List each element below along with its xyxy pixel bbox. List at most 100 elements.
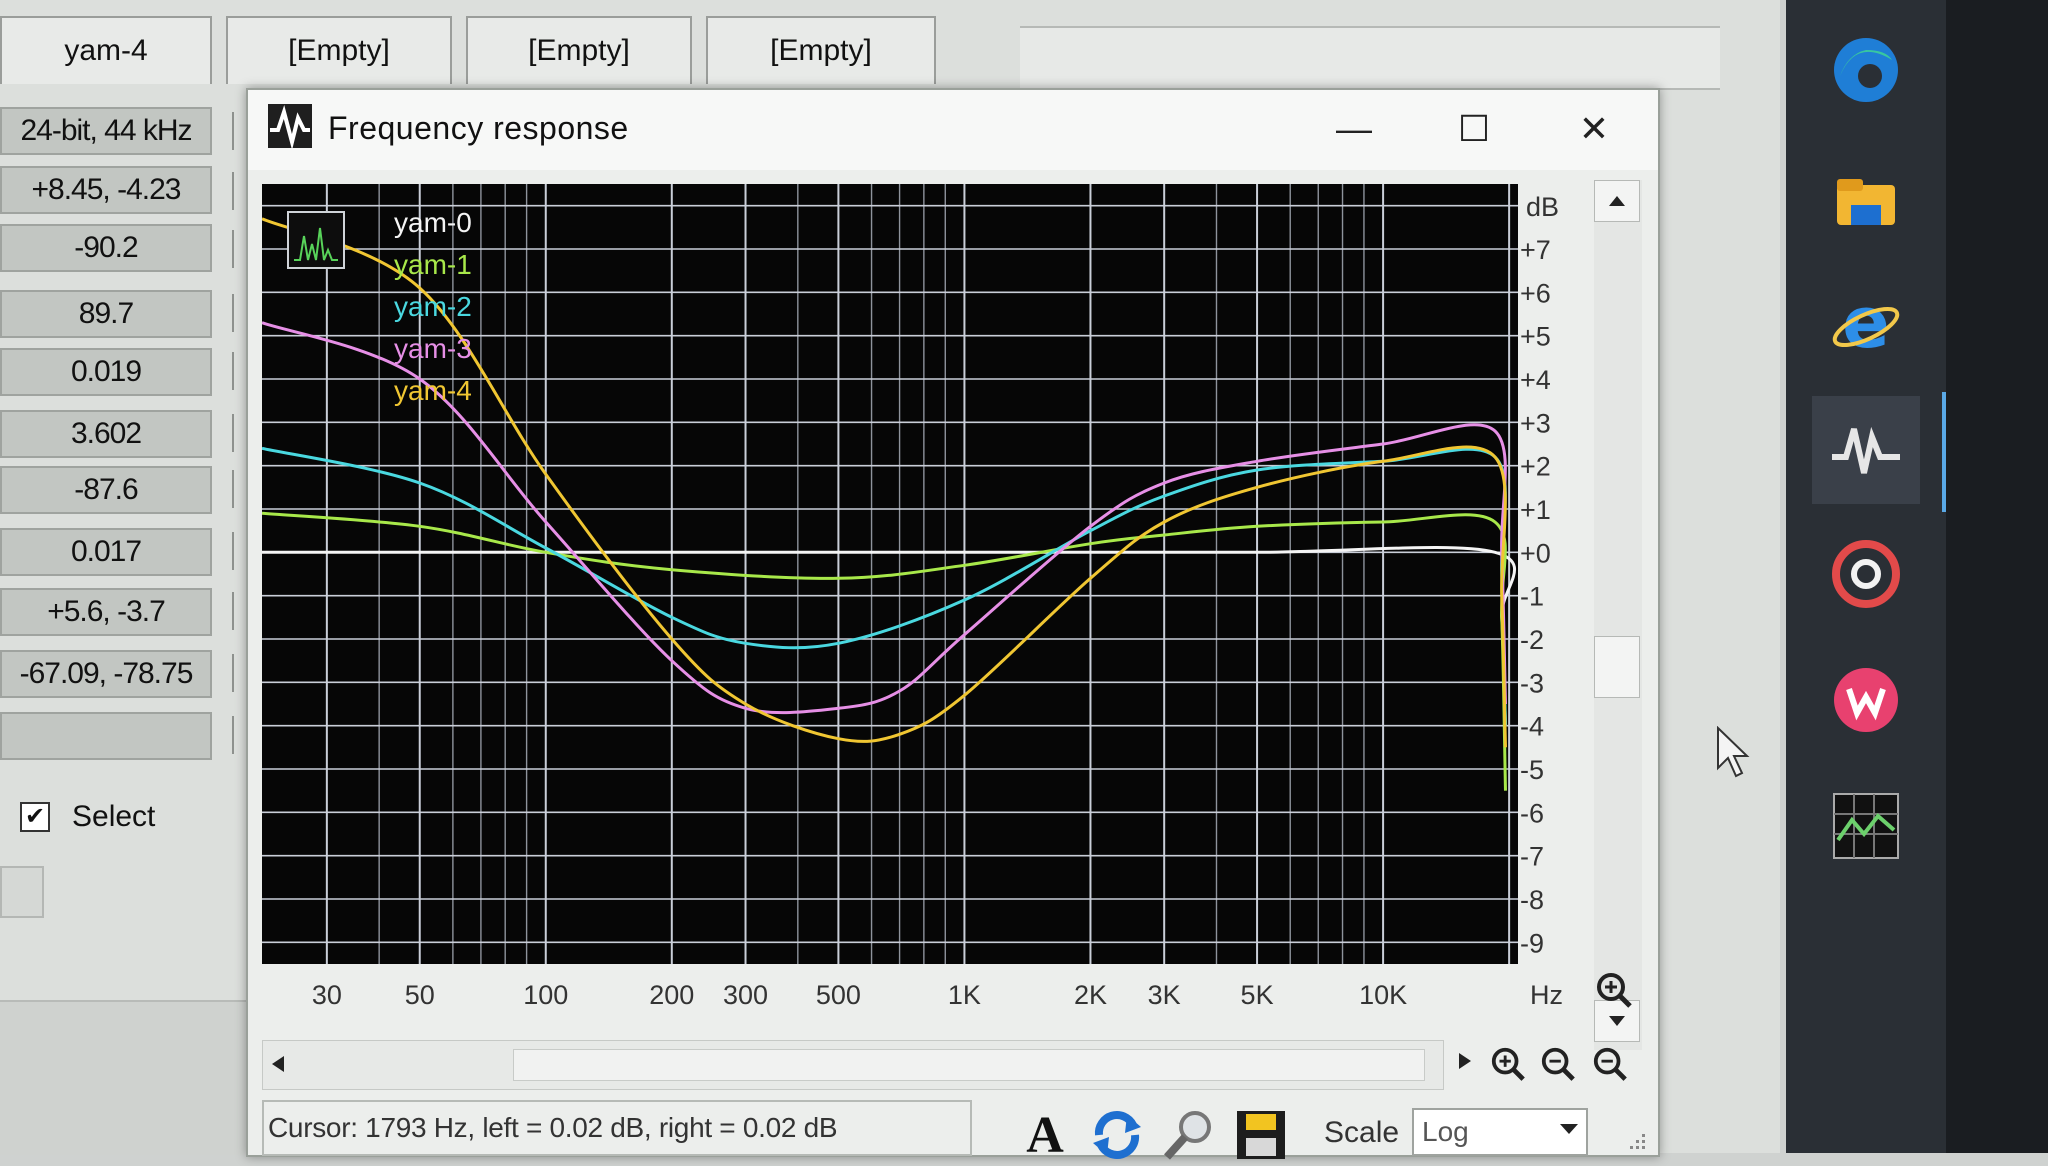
save-button[interactable]	[1230, 1104, 1292, 1166]
internet-explorer-icon[interactable]: e	[1812, 270, 1920, 378]
refresh-icon	[1093, 1111, 1141, 1159]
db-tick-label: +4	[1520, 365, 1551, 395]
screen-edge	[1946, 0, 2048, 1153]
frequency-axis: 30 50 100 200 300 500 1K 2K 3K 5K 10K Hz	[262, 964, 1572, 1020]
select-checkbox-row[interactable]: ✔ Select	[20, 800, 155, 834]
stat-value: +5.6, -3.7	[47, 595, 166, 628]
stat-value: 24-bit, 44 kHz	[20, 114, 192, 147]
vertical-scrollbar[interactable]	[1594, 180, 1642, 1050]
background-button[interactable]	[0, 866, 44, 918]
scroll-up-button[interactable]	[1594, 180, 1640, 222]
legend-entry-yam-1: yam-1	[394, 249, 472, 280]
zoom-out-horizontal-button[interactable]	[1536, 1042, 1580, 1086]
tab-yam-4[interactable]: yam-4	[0, 16, 212, 84]
db-tick-label: -3	[1520, 668, 1544, 698]
resize-grip-icon[interactable]	[1624, 1130, 1648, 1154]
close-button[interactable]: ✕	[1564, 104, 1624, 154]
stat-value: -87.6	[74, 473, 138, 506]
background-panel	[0, 1000, 250, 1155]
db-tick-label: -7	[1520, 842, 1544, 872]
stat-value: 0.019	[70, 355, 142, 388]
media-player-icon[interactable]	[1812, 520, 1920, 628]
divider	[232, 654, 244, 692]
zoom-in-horizontal-button[interactable]	[1486, 1042, 1530, 1086]
db-tick-label: +2	[1520, 452, 1551, 482]
scale-dropdown[interactable]: Log	[1412, 1108, 1588, 1156]
taskbar: e	[1786, 0, 1946, 1153]
tab-empty-3[interactable]: [Empty]	[706, 16, 936, 84]
stat-value: +8.45, -4.23	[31, 173, 182, 206]
db-tick-label: -9	[1520, 928, 1544, 958]
zoom-in-icon	[1491, 1047, 1525, 1081]
divider	[232, 716, 244, 754]
zoom-out-vertical-button[interactable]	[1588, 1042, 1632, 1086]
cursor-readout: Cursor: 1793 Hz, left = 0.02 dB, right =…	[268, 1112, 838, 1143]
db-tick-label: -6	[1520, 798, 1544, 828]
inspect-button[interactable]	[1158, 1104, 1220, 1166]
legend-spectrum-icon	[287, 211, 345, 269]
stat-dynamic-range: 89.7	[0, 290, 212, 338]
db-axis: dB +7 +6 +5 +4 +3 +2 +1 +0 -1 -2 -3 -4 -5 -6 -7 -8 -9	[1518, 184, 1584, 964]
stat-thd: 0.019	[0, 348, 212, 396]
edge-browser-icon[interactable]	[1812, 16, 1920, 124]
select-label: Select	[72, 800, 156, 833]
horizontal-scrollbar[interactable]	[262, 1040, 1444, 1090]
stat-value: 0.017	[70, 535, 142, 568]
stat-value: -67.09, -78.75	[19, 657, 194, 690]
zoom-in-vertical-button[interactable]	[1592, 968, 1636, 1012]
tab-label: [Empty]	[288, 34, 390, 67]
frequency-tick-label: 500	[816, 980, 861, 1010]
stat-peak: +8.45, -4.23	[0, 166, 212, 214]
frequency-response-window: Frequency response — ☐ ✕ yam-0 yam-1 yam-2…	[246, 88, 1660, 1164]
arrow-down-icon	[1609, 1016, 1625, 1026]
refresh-button[interactable]	[1086, 1104, 1148, 1166]
font-icon: A	[1026, 1106, 1064, 1164]
horizontal-scroll-thumb[interactable]	[513, 1049, 1425, 1081]
db-unit-label: dB	[1526, 192, 1559, 222]
legend-entry-yam-4: yam-4	[394, 375, 472, 406]
arrow-right-icon[interactable]	[1458, 1052, 1472, 1070]
scale-label: Scale	[1324, 1116, 1400, 1149]
legend-entry-yam-2: yam-2	[394, 291, 472, 322]
frequency-tick-label: 3K	[1148, 980, 1181, 1010]
arrow-left-icon[interactable]	[271, 1055, 285, 1073]
tab-label: yam-4	[64, 34, 148, 67]
close-icon: ✕	[1578, 108, 1610, 149]
scale-selected-value: Log	[1422, 1116, 1469, 1147]
frequency-response-plot[interactable]: yam-0 yam-1 yam-2 yam-3 yam-4	[262, 184, 1518, 964]
stat-level-pair: -67.09, -78.75	[0, 650, 212, 698]
tab-label: [Empty]	[770, 34, 872, 67]
cursor-status-bar: Cursor: 1793 Hz, left = 0.02 dB, right =…	[262, 1100, 972, 1156]
db-tick-label: +1	[1520, 495, 1551, 525]
frequency-tick-label: 30	[312, 980, 342, 1010]
title-bar[interactable]: Frequency response — ☐ ✕	[248, 90, 1658, 170]
background-toolbar-strip	[1020, 26, 1720, 90]
spectrum-analyzer-icon[interactable]	[1812, 772, 1920, 880]
stat-crosstalk: -87.6	[0, 466, 212, 514]
zoom-in-icon	[1597, 973, 1632, 1008]
db-tick-label: +7	[1520, 235, 1551, 265]
wps-office-icon[interactable]	[1812, 646, 1920, 754]
select-checkbox[interactable]: ✔	[20, 802, 50, 832]
waveform-app-icon	[268, 104, 312, 148]
minimize-button[interactable]: —	[1324, 104, 1384, 154]
maximize-icon: ☐	[1457, 108, 1491, 149]
legend-entry-yam-3: yam-3	[394, 333, 472, 364]
vertical-scroll-thumb[interactable]	[1594, 636, 1640, 698]
frequency-tick-label: 5K	[1241, 980, 1274, 1010]
frequency-axis-labels: 30 50 100 200 300 500 1K 2K 3K 5K 10K Hz	[312, 980, 1563, 1010]
rightmark-audio-analyzer-icon[interactable]	[1812, 396, 1920, 504]
font-button[interactable]: A	[1014, 1104, 1076, 1166]
db-tick-label: -2	[1520, 625, 1544, 655]
tab-empty-2[interactable]: [Empty]	[466, 16, 692, 84]
divider	[232, 352, 244, 390]
maximize-button[interactable]: ☐	[1444, 104, 1504, 154]
zoom-out-icon	[1541, 1047, 1575, 1081]
save-disk-icon	[1237, 1111, 1285, 1159]
frequency-unit-label: Hz	[1530, 980, 1563, 1010]
tab-empty-1[interactable]: [Empty]	[226, 16, 452, 84]
stat-response-range: +5.6, -3.7	[0, 588, 212, 636]
file-explorer-icon[interactable]	[1812, 148, 1920, 256]
frequency-tick-label: 50	[405, 980, 435, 1010]
db-tick-label: -8	[1520, 885, 1544, 915]
